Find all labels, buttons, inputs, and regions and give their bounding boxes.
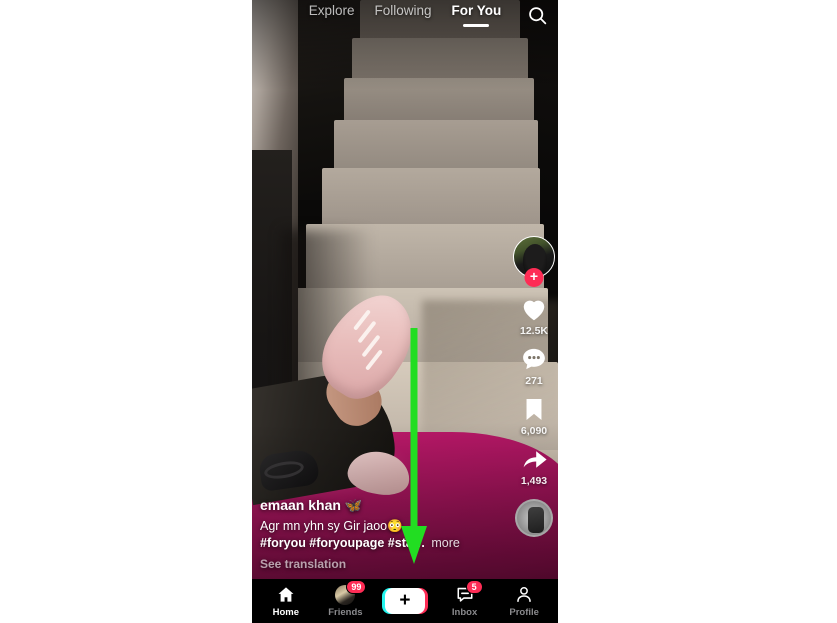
plus-icon: + [399, 590, 411, 611]
nav-label-home: Home [272, 606, 299, 618]
search-button[interactable] [522, 0, 552, 30]
music-disc-icon[interactable] [515, 499, 553, 537]
tab-explore[interactable]: Explore [309, 2, 355, 20]
phone-video-viewport: Explore Following For You + 12.5K 271 6,… [252, 0, 558, 623]
creator-username[interactable]: emaan khan 🦋 [260, 497, 470, 514]
arrow-down-icon [401, 328, 427, 564]
nav-item-home[interactable]: Home [258, 585, 314, 618]
search-icon [528, 6, 546, 24]
friends-badge: 99 [346, 579, 367, 594]
nav-label-profile: Profile [509, 606, 539, 618]
caption-hashtags[interactable]: #foryou #foryoupage #sta… more [260, 535, 470, 552]
swipe-down-arrow-annotation [400, 328, 428, 571]
see-translation-link[interactable]: See translation [260, 557, 470, 571]
caption-block: emaan khan 🦋 Agr mn yhn sy Gir jaoo😳 #fo… [260, 497, 470, 571]
comment-button[interactable]: 271 [519, 345, 549, 387]
bookmark-icon [526, 399, 542, 420]
bookmark-button[interactable]: 6,090 [520, 395, 548, 437]
heart-icon [523, 300, 545, 321]
top-navigation: Explore Following For You [252, 0, 558, 30]
stair-step [334, 120, 538, 170]
stair-step [322, 168, 540, 226]
follow-button[interactable]: + [524, 268, 544, 287]
profile-icon [514, 585, 534, 605]
like-count: 12.5K [519, 325, 549, 337]
friends-icon: 99 [335, 579, 367, 605]
bookmark-count: 6,090 [520, 425, 548, 437]
share-button[interactable]: 1,493 [519, 445, 550, 487]
inbox-icon: 5 [455, 579, 483, 605]
nav-item-create[interactable]: + [377, 588, 433, 614]
caption-text: Agr mn yhn sy Gir jaoo😳 [260, 519, 403, 533]
action-rail: + 12.5K 271 6,090 1,493 [506, 236, 558, 537]
comment-count: 271 [525, 375, 543, 387]
home-icon [276, 585, 296, 605]
creator-avatar-button[interactable]: + [513, 236, 555, 287]
create-button[interactable]: + [381, 588, 428, 614]
inbox-badge: 5 [465, 579, 483, 594]
screenshot-canvas: Explore Following For You + 12.5K 271 6,… [0, 0, 837, 623]
nav-item-inbox[interactable]: 5 Inbox [437, 579, 493, 618]
nav-item-friends[interactable]: 99 Friends [317, 579, 373, 618]
tab-following[interactable]: Following [375, 2, 432, 20]
nav-label-friends: Friends [328, 606, 363, 618]
bottom-navigation: Home 99 Friends + 5 Inbox Profile [252, 579, 558, 623]
nav-item-profile[interactable]: Profile [496, 585, 552, 618]
caption-more-button[interactable]: more [431, 536, 459, 550]
share-icon [523, 451, 547, 468]
nav-label-inbox: Inbox [451, 606, 478, 618]
share-count: 1,493 [520, 475, 548, 487]
like-button[interactable]: 12.5K [518, 294, 550, 337]
comment-icon [523, 348, 545, 370]
tab-for-you[interactable]: For You [452, 2, 502, 20]
